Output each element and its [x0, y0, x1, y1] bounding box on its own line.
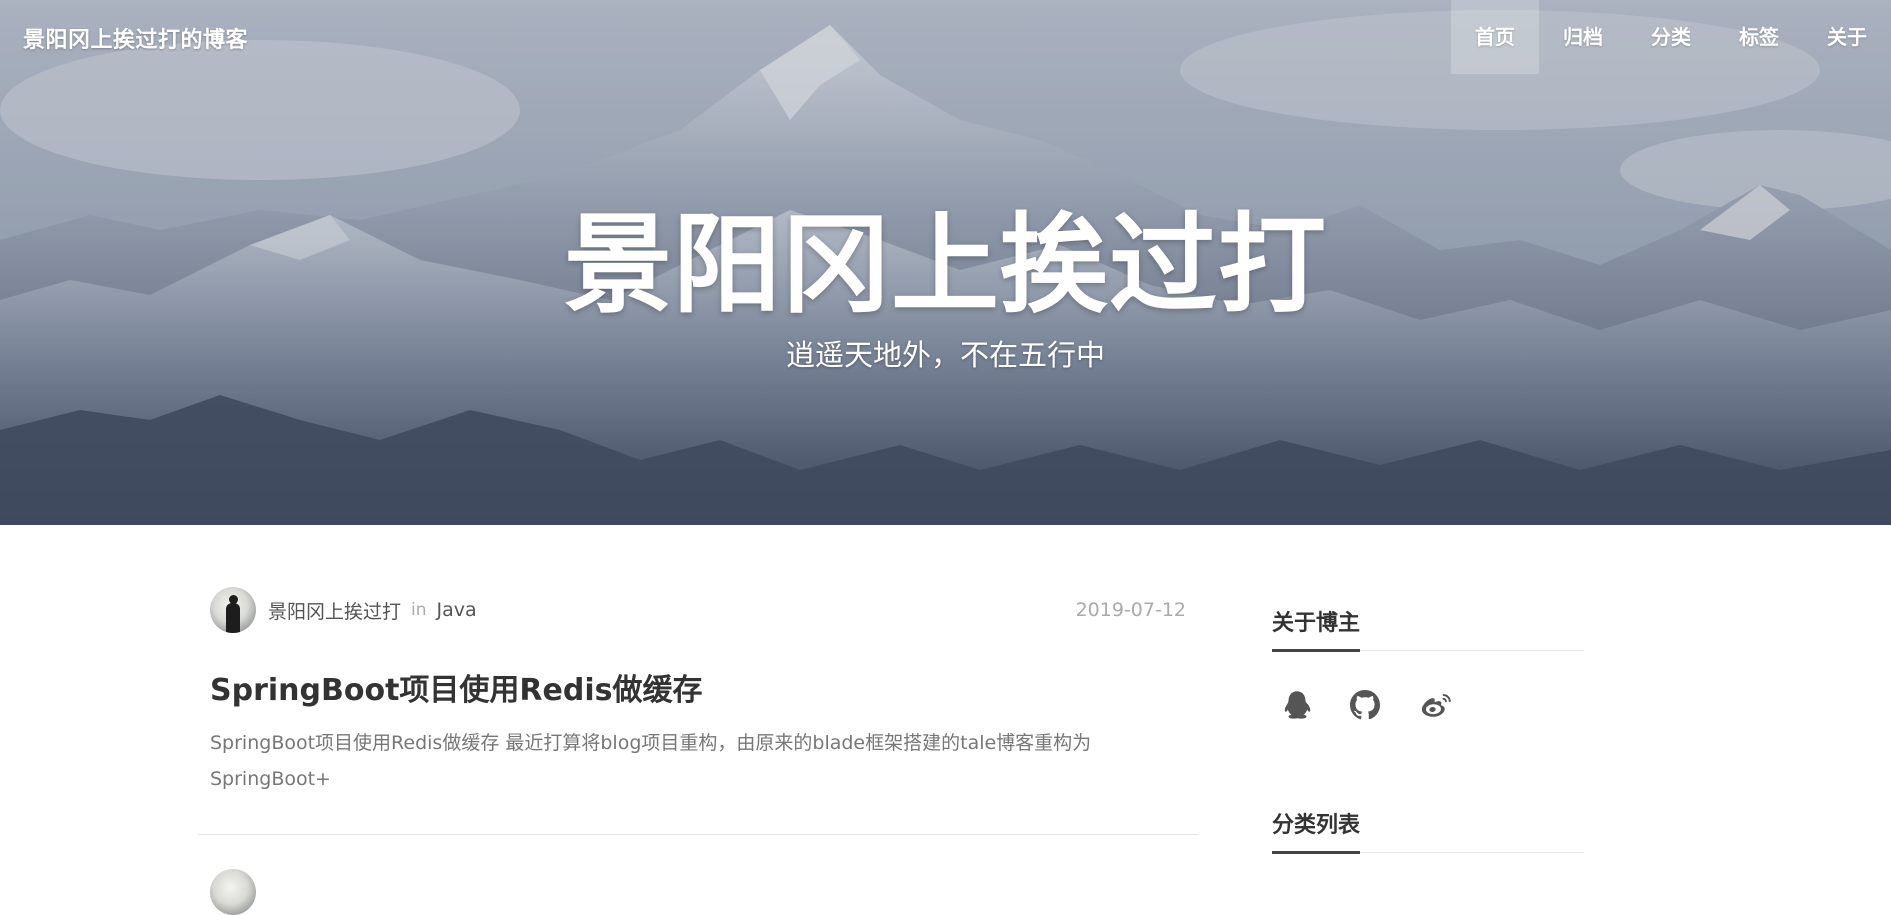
nav-item-categories[interactable]: 分类: [1627, 0, 1715, 74]
nav-item-tags[interactable]: 标签: [1715, 0, 1803, 74]
post-list: 景阳冈上挨过打 in Java 2019-07-12 SpringBoot项目使…: [198, 525, 1198, 835]
title-underline: [1272, 649, 1360, 652]
avatar-figure-body: [226, 603, 240, 633]
weibo-icon[interactable]: [1412, 685, 1482, 725]
nav-item-archive[interactable]: 归档: [1539, 0, 1627, 74]
post-category[interactable]: Java: [437, 599, 477, 621]
post-card: 景阳冈上挨过打 in Java 2019-07-12 SpringBoot项目使…: [198, 525, 1198, 835]
about-widget: 关于博主: [1272, 525, 1584, 652]
post-meta-separator: in: [411, 600, 427, 620]
hero-subtitle: 逍遥天地外，不在五行中: [785, 338, 1105, 372]
post-meta: 景阳冈上挨过打 in Java 2019-07-12: [210, 587, 1186, 633]
post-author[interactable]: 景阳冈上挨过打: [268, 597, 401, 624]
category-widget: 分类列表: [1272, 735, 1584, 854]
hero-heading: 景阳冈上挨过打: [563, 203, 1327, 328]
post-date: 2019-07-12: [1075, 599, 1186, 621]
post-title[interactable]: SpringBoot项目使用Redis做缓存: [210, 665, 702, 709]
nav-item-home[interactable]: 首页: [1451, 0, 1539, 74]
nav-item-about[interactable]: 关于: [1803, 0, 1891, 74]
title-underline: [1272, 851, 1360, 854]
github-icon[interactable]: [1342, 685, 1412, 725]
hero-banner: 景阳冈上挨过打的博客 首页 归档 分类 标签 关于 景阳冈上挨过打 逍遥天地外，…: [0, 0, 1891, 525]
about-widget-title: 关于博主: [1272, 611, 1361, 636]
author-avatar[interactable]: [210, 587, 256, 633]
main-nav: 首页 归档 分类 标签 关于: [1451, 0, 1891, 74]
category-widget-title: 分类列表: [1272, 813, 1361, 838]
site-title[interactable]: 景阳冈上挨过打的博客: [23, 22, 248, 54]
post-excerpt: SpringBoot项目使用Redis做缓存 最近打算将blog项目重构，由原来…: [210, 732, 1092, 790]
qq-icon[interactable]: [1272, 685, 1342, 725]
next-post-avatar[interactable]: [210, 869, 256, 915]
social-links: [1272, 685, 1482, 725]
